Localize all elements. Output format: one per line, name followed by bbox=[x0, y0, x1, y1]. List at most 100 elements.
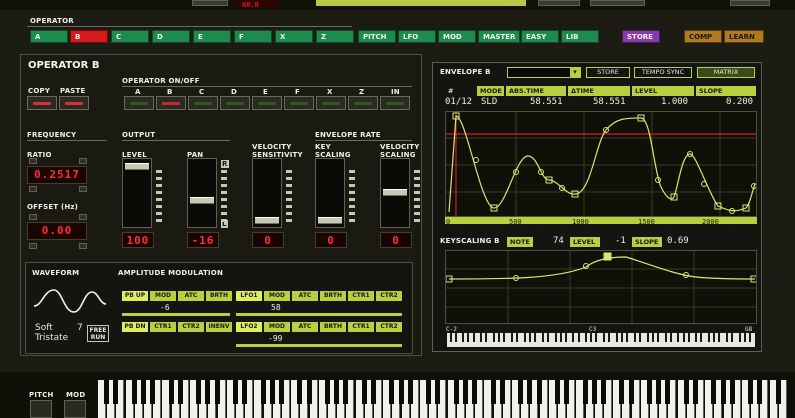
nav-lfo-button[interactable]: LFO bbox=[398, 30, 436, 43]
black-key[interactable] bbox=[435, 380, 441, 404]
op-tab-a[interactable]: A bbox=[30, 30, 68, 43]
black-key[interactable] bbox=[334, 380, 340, 404]
black-key[interactable] bbox=[150, 380, 156, 404]
envelope-curve-handle[interactable] bbox=[473, 157, 479, 163]
black-key[interactable] bbox=[757, 380, 763, 404]
velocity-scaling-cap[interactable] bbox=[383, 189, 407, 196]
velocity-scaling-fader[interactable] bbox=[380, 158, 410, 228]
nav-pitch-button[interactable]: PITCH bbox=[358, 30, 396, 43]
level-fader[interactable] bbox=[122, 158, 152, 228]
matrix-button[interactable]: MATRIX bbox=[697, 67, 755, 78]
black-key[interactable] bbox=[628, 380, 634, 404]
black-key[interactable] bbox=[325, 380, 330, 404]
onoff-toggle-f[interactable] bbox=[284, 96, 314, 110]
black-key[interactable] bbox=[720, 380, 726, 404]
black-key[interactable] bbox=[297, 380, 303, 404]
black-key[interactable] bbox=[104, 380, 110, 404]
key-scaling-cap[interactable] bbox=[318, 217, 342, 224]
amp-mod-amount-slider[interactable] bbox=[236, 344, 402, 347]
op-tab-c[interactable]: C bbox=[111, 30, 149, 43]
black-key[interactable] bbox=[490, 380, 496, 404]
copy-button[interactable] bbox=[27, 96, 57, 110]
env-point-number[interactable]: 01/12 bbox=[445, 97, 472, 107]
black-key[interactable] bbox=[693, 380, 698, 404]
amp-mod-row1-left-value[interactable]: -6 bbox=[160, 303, 170, 312]
onoff-toggle-in[interactable] bbox=[380, 96, 410, 110]
waveform-display[interactable] bbox=[32, 282, 108, 320]
black-key[interactable] bbox=[306, 380, 312, 404]
top-dropdown-2[interactable] bbox=[590, 0, 645, 6]
black-key[interactable] bbox=[683, 380, 689, 404]
offset-display[interactable]: 0.00 bbox=[27, 222, 87, 240]
black-key[interactable] bbox=[113, 380, 119, 404]
black-key[interactable] bbox=[269, 380, 275, 404]
top-dropdown[interactable] bbox=[538, 0, 580, 6]
amp-mod-src-mod[interactable]: MOD bbox=[264, 291, 290, 301]
ratio-display[interactable]: 0.2517 bbox=[27, 166, 87, 184]
pitch-wheel[interactable] bbox=[30, 400, 52, 418]
black-key[interactable] bbox=[196, 380, 202, 404]
black-key[interactable] bbox=[407, 380, 413, 404]
env-point-abs-time[interactable]: 58.551 bbox=[530, 97, 563, 107]
tempo-sync-button[interactable]: TEMPO SYNC bbox=[634, 67, 692, 78]
amp-mod-src-atc[interactable]: ATC bbox=[292, 291, 318, 301]
black-key[interactable] bbox=[233, 380, 238, 404]
black-key[interactable] bbox=[647, 380, 652, 404]
level-display[interactable]: 100 bbox=[122, 232, 154, 248]
onoff-toggle-z[interactable] bbox=[348, 96, 378, 110]
amp-mod-src-ctr2[interactable]: CTR2 bbox=[376, 322, 402, 332]
black-key[interactable] bbox=[463, 380, 468, 404]
black-key[interactable] bbox=[426, 380, 432, 404]
black-key[interactable] bbox=[656, 380, 662, 404]
env-point-level[interactable]: 1.000 bbox=[661, 97, 688, 107]
amp-mod-src-lfo2[interactable]: LFO2 bbox=[236, 322, 262, 332]
black-key[interactable] bbox=[775, 380, 781, 404]
black-key[interactable] bbox=[729, 380, 735, 404]
offset-step-up-fine[interactable] bbox=[79, 214, 87, 220]
amp-mod-src-ctr2[interactable]: CTR2 bbox=[178, 322, 204, 332]
black-key[interactable] bbox=[711, 380, 717, 404]
amp-mod-src-atc[interactable]: ATC bbox=[292, 322, 318, 332]
ratio-step-down[interactable] bbox=[29, 186, 37, 192]
black-key[interactable] bbox=[205, 380, 211, 404]
pan-fader[interactable] bbox=[187, 158, 217, 228]
onoff-toggle-a[interactable] bbox=[124, 96, 154, 110]
amp-mod-src-ctr1[interactable]: CTR1 bbox=[348, 322, 374, 332]
black-key[interactable] bbox=[343, 380, 349, 404]
store-button[interactable]: STORE bbox=[622, 30, 660, 43]
black-key[interactable] bbox=[536, 380, 542, 404]
mod-wheel[interactable] bbox=[64, 400, 86, 418]
black-key[interactable] bbox=[499, 380, 505, 404]
black-key[interactable] bbox=[453, 380, 459, 404]
amp-mod-amount-slider[interactable] bbox=[236, 313, 402, 316]
op-tab-x[interactable]: X bbox=[275, 30, 313, 43]
offset-step-up[interactable] bbox=[29, 214, 37, 220]
onoff-toggle-x[interactable] bbox=[316, 96, 346, 110]
black-key[interactable] bbox=[371, 380, 376, 404]
amp-mod-src-mod[interactable]: MOD bbox=[150, 291, 176, 301]
top-small-button[interactable] bbox=[192, 0, 228, 6]
velocity-scaling-display[interactable]: 0 bbox=[380, 232, 412, 248]
black-key[interactable] bbox=[279, 380, 284, 404]
amp-mod-src-ctr1[interactable]: CTR1 bbox=[150, 322, 176, 332]
nav-lib-button[interactable]: LIB bbox=[561, 30, 599, 43]
velocity-sensitivity-cap[interactable] bbox=[255, 217, 279, 224]
compare-button[interactable]: COMP bbox=[684, 30, 722, 43]
amp-mod-src-ctr1[interactable]: CTR1 bbox=[348, 291, 374, 301]
black-key[interactable] bbox=[131, 380, 137, 404]
amp-mod-src-pb-dn[interactable]: PB DN bbox=[122, 322, 148, 332]
env-point-slope[interactable]: 0.200 bbox=[726, 97, 753, 107]
keyscaling-note-value[interactable]: 74 bbox=[553, 236, 564, 246]
black-key[interactable] bbox=[141, 380, 146, 404]
amp-mod-src-brth[interactable]: BRTH bbox=[320, 291, 346, 301]
black-key[interactable] bbox=[582, 380, 588, 404]
keyscaling-level-value[interactable]: -1 bbox=[615, 236, 626, 246]
env-point-delta-time[interactable]: 58.551 bbox=[593, 97, 626, 107]
offset-step-down-fine[interactable] bbox=[79, 243, 87, 249]
amp-mod-src-pb-up[interactable]: PB UP bbox=[122, 291, 148, 301]
ratio-step-down-fine[interactable] bbox=[79, 186, 87, 192]
key-scaling-fader[interactable] bbox=[315, 158, 345, 228]
black-key[interactable] bbox=[564, 380, 570, 404]
onoff-toggle-b[interactable] bbox=[156, 96, 186, 110]
env-point-mode[interactable]: SLD bbox=[481, 97, 497, 107]
